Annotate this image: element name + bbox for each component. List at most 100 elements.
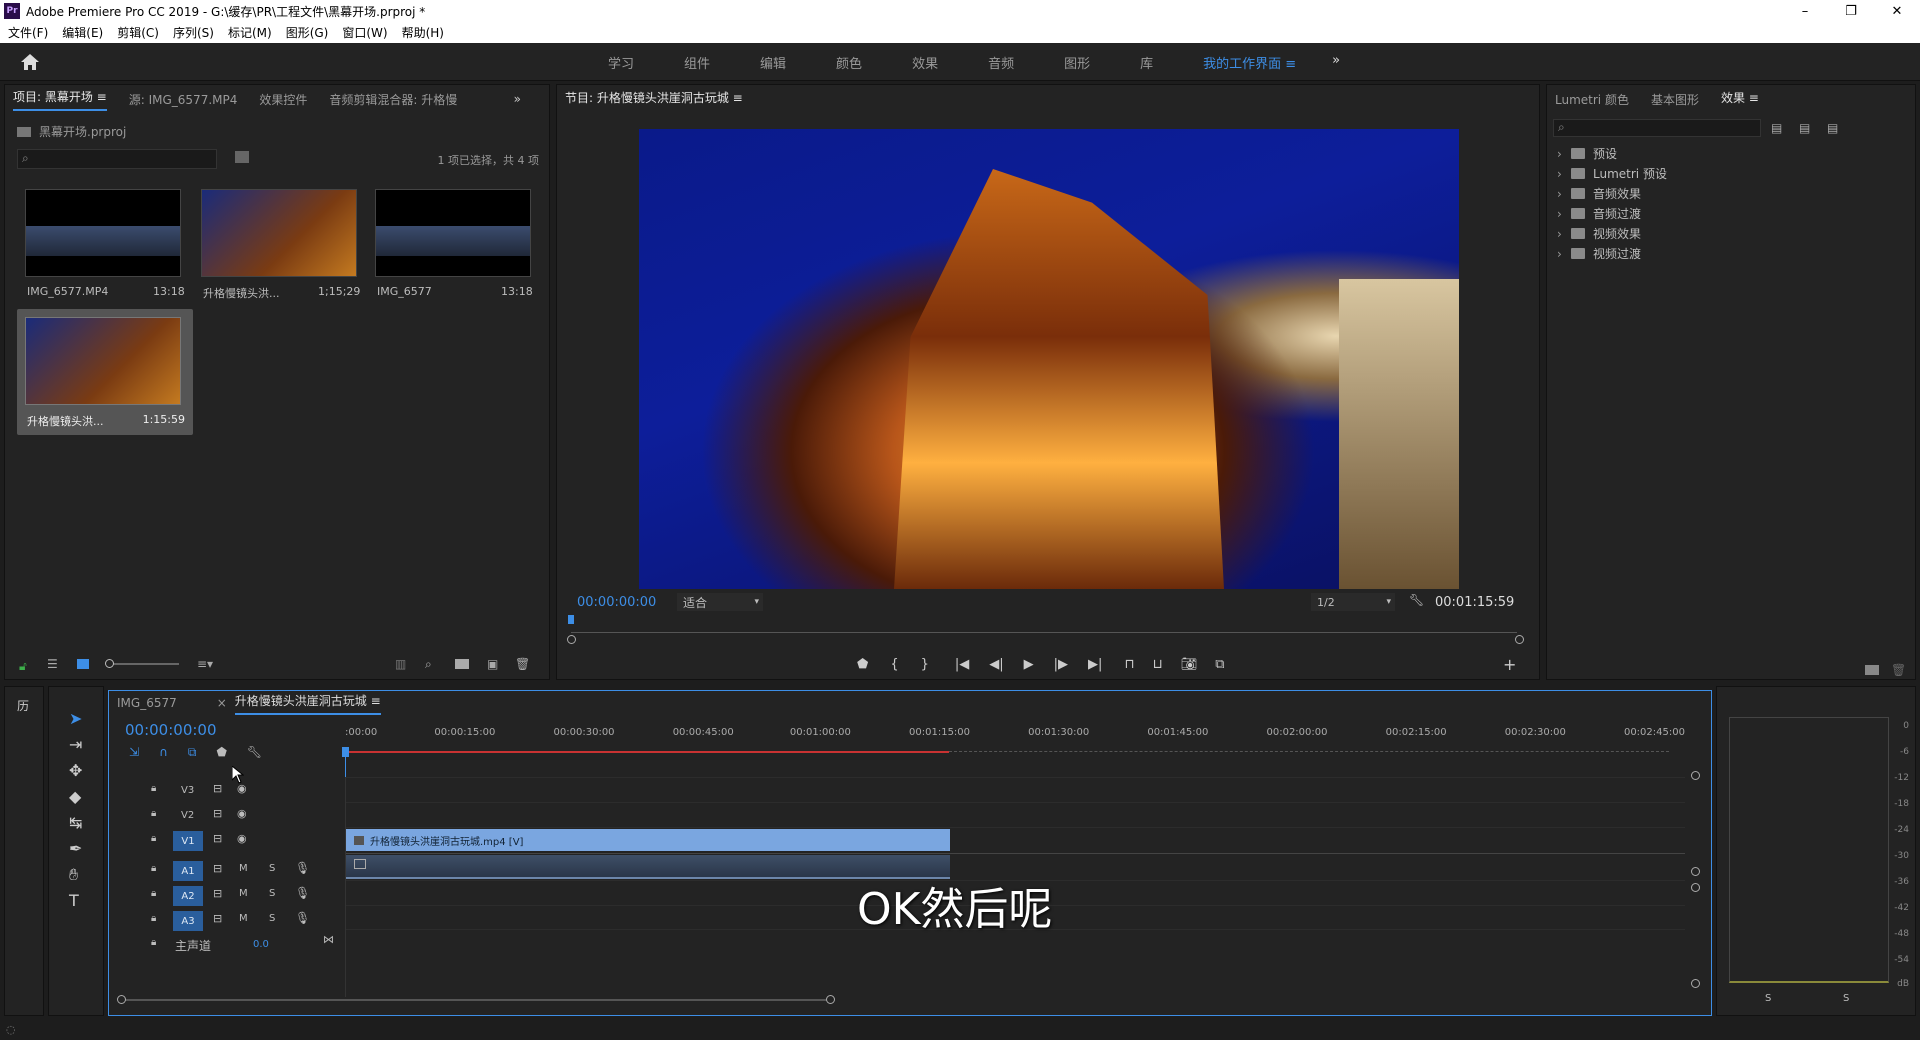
track-label-a2[interactable]: A2 <box>173 886 203 906</box>
menu-edit[interactable]: 编辑(E) <box>62 24 103 41</box>
toggle-sync-icon[interactable]: ⊟ <box>213 912 222 925</box>
sort-icon[interactable]: ≡▾ <box>197 657 213 671</box>
yuv-effects-icon[interactable]: ▤ <box>1827 121 1838 135</box>
hand-tool-icon[interactable]: ✋︎ <box>69 865 78 885</box>
mute-button[interactable]: M <box>239 863 248 874</box>
track-label-v1[interactable]: V1 <box>173 831 203 851</box>
vertical-scrollbar[interactable] <box>1691 771 1700 991</box>
go-to-out-icon[interactable]: ▶| <box>1088 657 1102 672</box>
project-item[interactable] <box>201 189 357 277</box>
master-volume-value[interactable]: 0.0 <box>253 939 269 950</box>
tab-effect-controls[interactable]: 效果控件 <box>259 91 307 108</box>
project-item[interactable] <box>25 189 181 277</box>
effects-folder-audio-effects[interactable]: › 音频效果 <box>1557 185 1641 202</box>
menu-window[interactable]: 窗口(W) <box>342 24 387 41</box>
step-back-icon[interactable]: ◀| <box>989 657 1003 672</box>
effects-search-input[interactable]: ⌕ <box>1553 119 1761 137</box>
snap-icon[interactable]: ∩ <box>159 745 168 760</box>
trash-icon[interactable]: 🗑︎ <box>515 657 530 671</box>
tab-lumetri-color[interactable]: Lumetri 颜色 <box>1555 91 1629 108</box>
work-area-bar[interactable] <box>345 751 949 753</box>
delete-icon[interactable]: 🗑︎ <box>1891 663 1906 677</box>
eye-icon[interactable]: ◉ <box>237 807 247 820</box>
32bit-effects-icon[interactable]: ▤ <box>1799 121 1810 135</box>
timeline-timecode[interactable]: 00:00:00:00 <box>125 721 217 739</box>
mark-out-icon[interactable]: } <box>921 657 929 672</box>
workspace-custom[interactable]: 我的工作界面 ≡ <box>1203 53 1296 72</box>
workspace-more-icon[interactable]: » <box>1332 53 1340 72</box>
lock-icon[interactable]: 🔒︎ <box>151 888 156 899</box>
step-forward-icon[interactable]: |▶ <box>1054 657 1068 672</box>
menu-file[interactable]: 文件(F) <box>8 24 48 41</box>
toggle-sync-icon[interactable]: ⊟ <box>213 862 222 875</box>
horizontal-scrollbar[interactable] <box>117 995 835 1004</box>
lock-icon[interactable]: 🔒︎ <box>151 808 156 819</box>
workspace-libraries[interactable]: 库 <box>1140 53 1153 72</box>
program-time-ruler[interactable] <box>568 615 1517 633</box>
track-label-a1[interactable]: A1 <box>173 861 203 881</box>
panel-overflow-icon[interactable]: » <box>514 92 521 106</box>
lock-icon[interactable]: 🔒︎ <box>151 913 156 924</box>
selection-tool-icon[interactable]: ➤ <box>69 709 82 728</box>
button-editor-icon[interactable]: + <box>1503 655 1516 674</box>
tab-effects[interactable]: 效果 ≡ <box>1721 89 1759 110</box>
eye-icon[interactable]: ◉ <box>237 832 247 845</box>
workspace-effects[interactable]: 效果 <box>912 53 938 72</box>
comparison-view-icon[interactable]: ⧉ <box>1215 657 1224 672</box>
menu-sequence[interactable]: 序列(S) <box>173 24 214 41</box>
project-item-selected[interactable]: 升格慢镜头洪... 1:15:59 <box>17 309 193 435</box>
playhead-marker[interactable] <box>568 615 574 624</box>
fit-dropdown[interactable]: 适合 ▾ <box>677 593 763 611</box>
resolution-dropdown[interactable]: 1/2 ▾ <box>1311 593 1395 611</box>
add-marker-icon[interactable]: ⬟ <box>857 657 868 672</box>
close-icon[interactable]: ✕ <box>1874 0 1920 22</box>
effects-folder-video-transitions[interactable]: › 视频过渡 <box>1557 245 1641 262</box>
menu-marker[interactable]: 标记(M) <box>228 24 272 41</box>
timeline-ruler[interactable]: :00:00 00:00:15:00 00:00:30:00 00:00:45:… <box>345 727 1685 757</box>
effects-folder-video-effects[interactable]: › 视频效果 <box>1557 225 1641 242</box>
zoom-handle-left[interactable] <box>567 635 576 644</box>
close-icon[interactable]: × <box>217 696 227 710</box>
add-marker-icon[interactable]: ⬟ <box>216 745 226 760</box>
mute-button[interactable]: M <box>239 913 248 924</box>
toggle-sync-icon[interactable]: ⊟ <box>213 887 222 900</box>
tab-sequence-img6577[interactable]: IMG_6577 <box>117 696 177 710</box>
minimize-icon[interactable]: – <box>1782 0 1828 22</box>
menu-graphics[interactable]: 图形(G) <box>286 24 329 41</box>
wrench-icon[interactable]: 🔧︎ <box>1409 593 1424 607</box>
lock-icon[interactable]: 🔒︎ <box>151 937 156 948</box>
solo-right-button[interactable]: S <box>1843 993 1849 1004</box>
nest-icon[interactable]: ⇲ <box>129 745 139 760</box>
mark-in-icon[interactable]: { <box>890 657 898 672</box>
type-tool-icon[interactable]: T <box>69 891 79 910</box>
tab-audio-mixer[interactable]: 音频剪辑混合器: 升格慢 <box>329 91 457 108</box>
mute-button[interactable]: M <box>239 888 248 899</box>
workspace-audio[interactable]: 音频 <box>988 53 1014 72</box>
track-select-tool-icon[interactable]: ⇥ <box>69 735 82 754</box>
find-icon[interactable]: ⌕ <box>425 657 432 672</box>
menu-help[interactable]: 帮助(H) <box>402 24 444 41</box>
accelerated-effects-icon[interactable]: ▤ <box>1771 121 1782 135</box>
tab-project[interactable]: 项目: 黑幕开场 ≡ <box>13 88 107 111</box>
home-icon[interactable] <box>20 53 40 71</box>
solo-button[interactable]: S <box>269 863 275 874</box>
new-bin-from-search-icon[interactable] <box>235 151 249 163</box>
new-custom-bin-icon[interactable] <box>1865 665 1879 675</box>
tab-source[interactable]: 源: IMG_6577.MP4 <box>129 91 238 108</box>
microphone-icon[interactable]: 🎙︎ <box>295 911 310 925</box>
timeline-settings-icon[interactable]: 🔧︎ <box>247 745 262 760</box>
new-bin-icon[interactable] <box>455 659 469 669</box>
track-label-v3[interactable]: V3 <box>181 785 194 796</box>
video-clip[interactable]: 升格慢镜头洪崖洞古玩城.mp4 [V] <box>346 829 950 851</box>
play-icon[interactable]: ▶ <box>1024 657 1034 672</box>
lock-icon[interactable]: 🔒︎ <box>151 783 156 794</box>
microphone-icon[interactable]: 🎙︎ <box>295 861 310 875</box>
new-item-icon[interactable]: ▣ <box>487 657 498 671</box>
tab-sequence-main[interactable]: 升格慢镜头洪崖洞古玩城 ≡ <box>234 692 381 715</box>
icon-view-icon[interactable] <box>77 659 89 669</box>
zoom-slider[interactable] <box>105 659 179 668</box>
zoom-handle-right[interactable] <box>1515 635 1524 644</box>
toggle-sync-icon[interactable]: ⊟ <box>213 832 222 845</box>
workspace-editing[interactable]: 编辑 <box>760 53 786 72</box>
toggle-sync-icon[interactable]: ⊟ <box>213 807 222 820</box>
